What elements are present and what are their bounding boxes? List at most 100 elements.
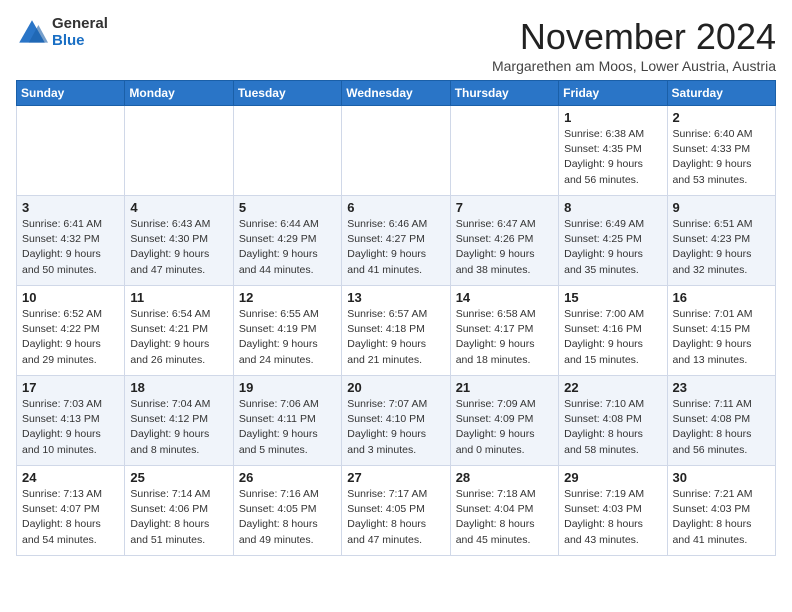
weekday-header-tuesday: Tuesday — [233, 81, 341, 106]
month-title: November 2024 — [492, 16, 776, 58]
weekday-header-sunday: Sunday — [17, 81, 125, 106]
day-info: Sunrise: 7:10 AM Sunset: 4:08 PM Dayligh… — [564, 397, 661, 458]
day-number: 17 — [22, 380, 119, 395]
calendar-cell — [125, 106, 233, 196]
day-info: Sunrise: 6:41 AM Sunset: 4:32 PM Dayligh… — [22, 217, 119, 278]
day-info: Sunrise: 6:46 AM Sunset: 4:27 PM Dayligh… — [347, 217, 444, 278]
day-info: Sunrise: 6:57 AM Sunset: 4:18 PM Dayligh… — [347, 307, 444, 368]
weekday-header-friday: Friday — [559, 81, 667, 106]
day-info: Sunrise: 6:44 AM Sunset: 4:29 PM Dayligh… — [239, 217, 336, 278]
calendar-cell: 25 Sunrise: 7:14 AM Sunset: 4:06 PM Dayli… — [125, 466, 233, 556]
calendar-cell: 11 Sunrise: 6:54 AM Sunset: 4:21 PM Dayli… — [125, 286, 233, 376]
day-number: 21 — [456, 380, 553, 395]
day-number: 29 — [564, 470, 661, 485]
day-info: Sunrise: 7:13 AM Sunset: 4:07 PM Dayligh… — [22, 487, 119, 548]
day-info: Sunrise: 7:19 AM Sunset: 4:03 PM Dayligh… — [564, 487, 661, 548]
weekday-header-wednesday: Wednesday — [342, 81, 450, 106]
day-info: Sunrise: 6:51 AM Sunset: 4:23 PM Dayligh… — [673, 217, 770, 278]
day-info: Sunrise: 6:55 AM Sunset: 4:19 PM Dayligh… — [239, 307, 336, 368]
day-info: Sunrise: 6:38 AM Sunset: 4:35 PM Dayligh… — [564, 127, 661, 188]
page-header: General Blue November 2024 Margarethen a… — [16, 16, 776, 74]
calendar-cell: 1 Sunrise: 6:38 AM Sunset: 4:35 PM Daylig… — [559, 106, 667, 196]
day-info: Sunrise: 7:06 AM Sunset: 4:11 PM Dayligh… — [239, 397, 336, 458]
day-info: Sunrise: 6:54 AM Sunset: 4:21 PM Dayligh… — [130, 307, 227, 368]
day-number: 19 — [239, 380, 336, 395]
weekday-row: SundayMondayTuesdayWednesdayThursdayFrid… — [17, 81, 776, 106]
day-info: Sunrise: 7:01 AM Sunset: 4:15 PM Dayligh… — [673, 307, 770, 368]
day-number: 10 — [22, 290, 119, 305]
day-info: Sunrise: 7:09 AM Sunset: 4:09 PM Dayligh… — [456, 397, 553, 458]
calendar-cell: 7Sunrise: 6:47 AM Sunset: 4:26 PM Daylig… — [450, 196, 558, 286]
day-info: Sunrise: 7:00 AM Sunset: 4:16 PM Dayligh… — [564, 307, 661, 368]
calendar-cell: 24 Sunrise: 7:13 AM Sunset: 4:07 PM Dayli… — [17, 466, 125, 556]
calendar-cell: 18 Sunrise: 7:04 AM Sunset: 4:12 PM Dayli… — [125, 376, 233, 466]
calendar-cell — [342, 106, 450, 196]
day-info: Sunrise: 7:14 AM Sunset: 4:06 PM Dayligh… — [130, 487, 227, 548]
logo: General Blue — [16, 16, 108, 49]
calendar-cell — [233, 106, 341, 196]
day-info: Sunrise: 7:16 AM Sunset: 4:05 PM Dayligh… — [239, 487, 336, 548]
day-info: Sunrise: 6:52 AM Sunset: 4:22 PM Dayligh… — [22, 307, 119, 368]
day-number: 12 — [239, 290, 336, 305]
day-number: 16 — [673, 290, 770, 305]
week-row: 1 Sunrise: 6:38 AM Sunset: 4:35 PM Daylig… — [17, 106, 776, 196]
calendar-table: SundayMondayTuesdayWednesdayThursdayFrid… — [16, 80, 776, 556]
day-info: Sunrise: 7:07 AM Sunset: 4:10 PM Dayligh… — [347, 397, 444, 458]
calendar-cell — [450, 106, 558, 196]
weekday-header-thursday: Thursday — [450, 81, 558, 106]
calendar-cell: 27Sunrise: 7:17 AM Sunset: 4:05 PM Dayli… — [342, 466, 450, 556]
day-number: 9 — [673, 200, 770, 215]
day-info: Sunrise: 6:43 AM Sunset: 4:30 PM Dayligh… — [130, 217, 227, 278]
day-number: 28 — [456, 470, 553, 485]
day-number: 5 — [239, 200, 336, 215]
calendar-cell: 14Sunrise: 6:58 AM Sunset: 4:17 PM Dayli… — [450, 286, 558, 376]
day-number: 6 — [347, 200, 444, 215]
weekday-header-monday: Monday — [125, 81, 233, 106]
calendar-cell: 2Sunrise: 6:40 AM Sunset: 4:33 PM Daylig… — [667, 106, 775, 196]
logo-text: General Blue — [52, 16, 108, 49]
logo-blue: Blue — [52, 33, 108, 50]
calendar-cell: 4 Sunrise: 6:43 AM Sunset: 4:30 PM Daylig… — [125, 196, 233, 286]
day-info: Sunrise: 7:11 AM Sunset: 4:08 PM Dayligh… — [673, 397, 770, 458]
day-number: 20 — [347, 380, 444, 395]
day-info: Sunrise: 6:40 AM Sunset: 4:33 PM Dayligh… — [673, 127, 770, 188]
day-info: Sunrise: 7:18 AM Sunset: 4:04 PM Dayligh… — [456, 487, 553, 548]
day-info: Sunrise: 7:04 AM Sunset: 4:12 PM Dayligh… — [130, 397, 227, 458]
logo-icon — [16, 17, 48, 49]
calendar-cell: 5 Sunrise: 6:44 AM Sunset: 4:29 PM Daylig… — [233, 196, 341, 286]
day-info: Sunrise: 6:58 AM Sunset: 4:17 PM Dayligh… — [456, 307, 553, 368]
day-number: 4 — [130, 200, 227, 215]
day-number: 11 — [130, 290, 227, 305]
calendar-cell: 13 Sunrise: 6:57 AM Sunset: 4:18 PM Dayli… — [342, 286, 450, 376]
day-number: 1 — [564, 110, 661, 125]
calendar-cell: 3 Sunrise: 6:41 AM Sunset: 4:32 PM Daylig… — [17, 196, 125, 286]
calendar-cell: 19 Sunrise: 7:06 AM Sunset: 4:11 PM Dayli… — [233, 376, 341, 466]
weekday-header-saturday: Saturday — [667, 81, 775, 106]
day-number: 24 — [22, 470, 119, 485]
logo-general: General — [52, 16, 108, 33]
calendar-header: SundayMondayTuesdayWednesdayThursdayFrid… — [17, 81, 776, 106]
day-number: 8 — [564, 200, 661, 215]
calendar-cell: 22Sunrise: 7:10 AM Sunset: 4:08 PM Dayli… — [559, 376, 667, 466]
calendar-cell: 17Sunrise: 7:03 AM Sunset: 4:13 PM Dayli… — [17, 376, 125, 466]
week-row: 3 Sunrise: 6:41 AM Sunset: 4:32 PM Daylig… — [17, 196, 776, 286]
calendar-cell: 10 Sunrise: 6:52 AM Sunset: 4:22 PM Dayli… — [17, 286, 125, 376]
day-number: 13 — [347, 290, 444, 305]
day-info: Sunrise: 6:49 AM Sunset: 4:25 PM Dayligh… — [564, 217, 661, 278]
calendar-cell: 29 Sunrise: 7:19 AM Sunset: 4:03 PM Dayli… — [559, 466, 667, 556]
week-row: 17Sunrise: 7:03 AM Sunset: 4:13 PM Dayli… — [17, 376, 776, 466]
day-number: 18 — [130, 380, 227, 395]
day-number: 3 — [22, 200, 119, 215]
calendar-cell: 26 Sunrise: 7:16 AM Sunset: 4:05 PM Dayli… — [233, 466, 341, 556]
day-info: Sunrise: 6:47 AM Sunset: 4:26 PM Dayligh… — [456, 217, 553, 278]
day-number: 26 — [239, 470, 336, 485]
calendar-cell: 16 Sunrise: 7:01 AM Sunset: 4:15 PM Dayli… — [667, 286, 775, 376]
calendar-cell: 21 Sunrise: 7:09 AM Sunset: 4:09 PM Dayli… — [450, 376, 558, 466]
calendar-cell: 20 Sunrise: 7:07 AM Sunset: 4:10 PM Dayli… — [342, 376, 450, 466]
calendar-cell: 23 Sunrise: 7:11 AM Sunset: 4:08 PM Dayli… — [667, 376, 775, 466]
day-number: 25 — [130, 470, 227, 485]
calendar-cell: 28 Sunrise: 7:18 AM Sunset: 4:04 PM Dayli… — [450, 466, 558, 556]
day-number: 27 — [347, 470, 444, 485]
day-number: 23 — [673, 380, 770, 395]
week-row: 24 Sunrise: 7:13 AM Sunset: 4:07 PM Dayli… — [17, 466, 776, 556]
